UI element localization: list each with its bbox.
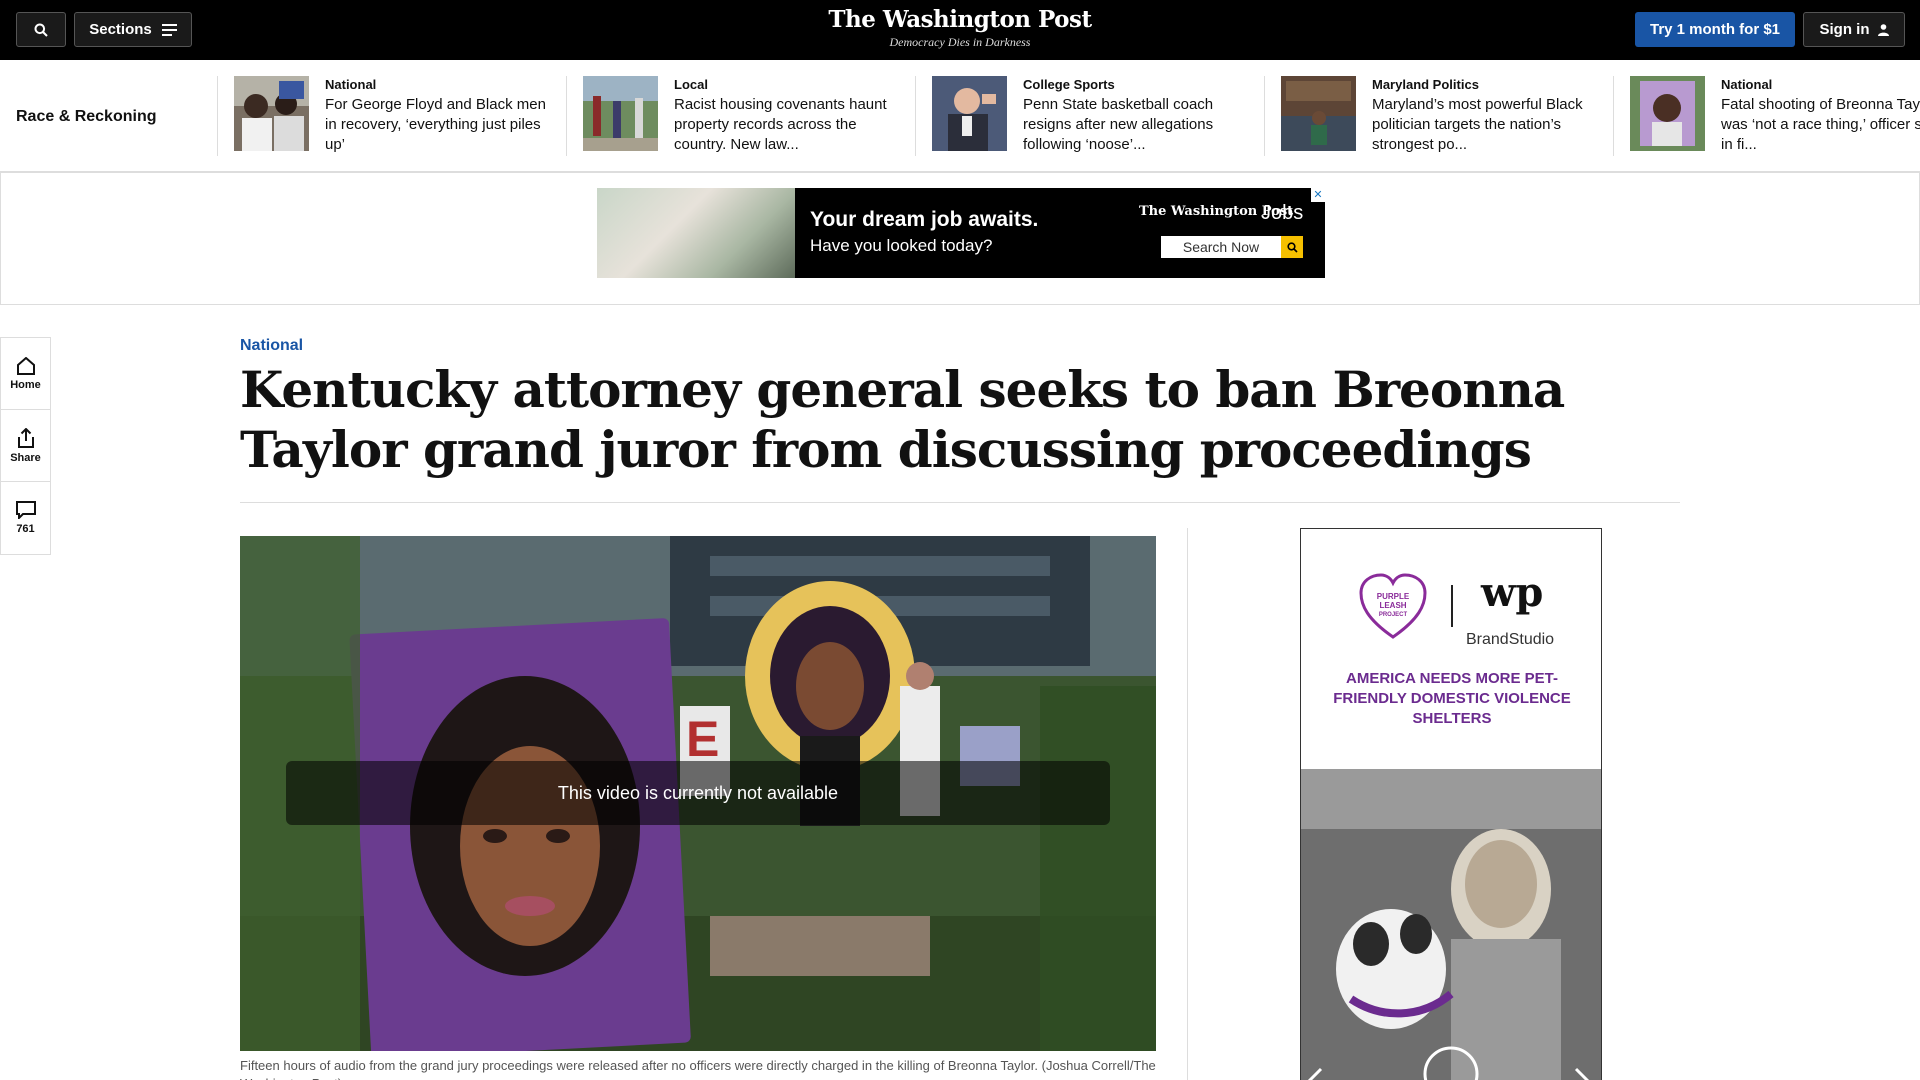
comments-count: 761 — [16, 523, 35, 535]
svg-text:LEASH: LEASH — [1379, 601, 1406, 610]
search-icon — [1286, 241, 1298, 253]
strip-item[interactable]: Local Racist housing covenants haunt pro… — [566, 76, 916, 156]
ad-jobs: Jobs — [1261, 202, 1304, 224]
strip-headline: Fatal shooting of Breonna Taylor was ‘no… — [1721, 96, 1920, 153]
article-kicker[interactable]: National — [240, 337, 303, 355]
ad-close-icon[interactable]: ✕ — [1311, 188, 1325, 202]
share-label: Share — [10, 451, 41, 464]
home-label: Home — [10, 378, 41, 391]
ad-subline: Have you looked today? — [810, 236, 993, 255]
article-headline: Kentucky attorney general seeks to ban B… — [240, 360, 1565, 479]
media-caption: Fifteen hours of audio from the grand ju… — [240, 1058, 1156, 1080]
topic-strip: Race & Reckoning National For George Flo… — [0, 60, 1920, 172]
subscribe-button[interactable]: Try 1 month for $1 — [1635, 12, 1795, 47]
left-rail: Home Share 761 — [0, 337, 51, 555]
strip-thumbnail — [234, 76, 309, 151]
logo-name: The Washington Post — [828, 6, 1092, 33]
comment-icon — [15, 501, 36, 519]
sections-label: Sections — [89, 21, 152, 38]
video-player[interactable]: E This video is currently not available — [240, 536, 1156, 1051]
side-ad-photo — [1301, 769, 1601, 1080]
home-button[interactable]: Home — [1, 338, 50, 410]
strip-item[interactable]: National Fatal shooting of Breonna Taylo… — [1613, 76, 1920, 156]
wp-logo: wp — [1481, 569, 1544, 616]
logo-tagline: Democracy Dies in Darkness — [889, 35, 1031, 49]
heart-logo: PURPLE LEASH PROJECT — [1359, 573, 1427, 639]
menu-icon — [161, 23, 177, 36]
page: Sections The Washington Post Democracy D… — [0, 0, 1920, 1080]
strip-kicker: National — [325, 77, 377, 92]
sign-in-label: Sign in — [1819, 21, 1870, 38]
strip-kicker: College Sports — [1023, 77, 1115, 92]
strip-thumbnail — [583, 76, 658, 151]
share-icon — [17, 427, 34, 448]
ad-search-box[interactable]: Search Now — [1161, 236, 1281, 258]
ad-photo — [597, 188, 795, 278]
sign-in-button[interactable]: Sign in — [1803, 12, 1905, 47]
strip-headline: Penn State basketball coach resigns afte… — [1023, 96, 1214, 153]
comments-button[interactable]: 761 — [1, 482, 50, 554]
home-icon — [16, 356, 35, 375]
strip-thumbnail — [932, 76, 1007, 151]
side-ad[interactable]: PURPLE LEASH PROJECT wp BrandStudio AMER… — [1300, 528, 1602, 1080]
strip-headline: Racist housing covenants haunt property … — [674, 96, 887, 153]
site-logo[interactable]: The Washington Post Democracy Dies in Da… — [760, 6, 1160, 50]
svg-text:E: E — [686, 711, 719, 767]
user-icon — [1877, 23, 1889, 36]
brandstudio-label: BrandStudio — [1466, 631, 1555, 648]
svg-text:PROJECT: PROJECT — [1379, 612, 1408, 618]
strip-item[interactable]: National For George Floyd and Black men … — [217, 76, 567, 156]
ad-headline: Your dream job awaits. — [810, 208, 1039, 231]
strip-item[interactable]: Maryland Politics Maryland’s most powerf… — [1264, 76, 1614, 156]
strip-kicker: Maryland Politics — [1372, 77, 1479, 92]
svg-text:PURPLE: PURPLE — [1377, 592, 1410, 601]
ad-search-button[interactable] — [1281, 236, 1303, 258]
column-divider — [1187, 528, 1188, 1080]
video-unavailable-message: This video is currently not available — [286, 761, 1110, 825]
side-ad-text: AMERICA NEEDS MORE PET-FRIENDLY DOMESTIC… — [1333, 670, 1571, 727]
search-icon — [34, 23, 48, 37]
ad-banner-container: Your dream job awaits. Have you looked t… — [0, 172, 1920, 305]
strip-item[interactable]: College Sports Penn State basketball coa… — [915, 76, 1265, 156]
top-bar: Sections The Washington Post Democracy D… — [0, 0, 1920, 60]
strip-kicker: Local — [674, 77, 708, 92]
strip-headline: For George Floyd and Black men in recove… — [325, 96, 546, 153]
share-button[interactable]: Share — [1, 410, 50, 482]
strip-headline: Maryland’s most powerful Black politicia… — [1372, 96, 1583, 153]
strip-title[interactable]: Race & Reckoning — [16, 108, 156, 126]
strip-thumbnail — [1630, 76, 1705, 151]
ad-separator — [1451, 585, 1453, 627]
jobs-ad[interactable]: Your dream job awaits. Have you looked t… — [597, 188, 1325, 278]
search-button[interactable] — [16, 12, 66, 47]
headline-divider — [240, 502, 1680, 503]
strip-thumbnail — [1281, 76, 1356, 151]
dog-photo — [1301, 769, 1601, 1080]
sections-button[interactable]: Sections — [74, 12, 192, 47]
strip-kicker: National — [1721, 77, 1773, 92]
